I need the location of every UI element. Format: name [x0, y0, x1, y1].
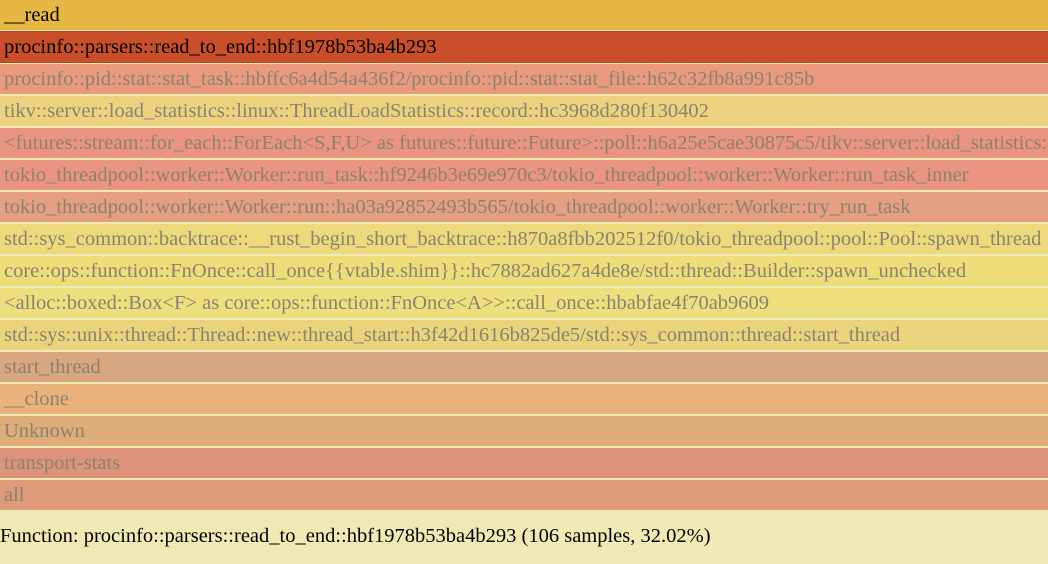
flame-frame[interactable]: transport-stats	[0, 448, 1048, 478]
flame-frame[interactable]: std::sys::unix::thread::Thread::new::thr…	[0, 320, 1048, 350]
flame-frame[interactable]: procinfo::parsers::read_to_end::hbf1978b…	[0, 31, 1048, 63]
status-text: Function: procinfo::parsers::read_to_end…	[0, 525, 711, 547]
flame-frame[interactable]: __clone	[0, 384, 1048, 414]
flame-frame[interactable]: Unknown	[0, 416, 1048, 446]
flame-frame[interactable]: all	[0, 480, 1048, 510]
flame-frame-label: tikv::server::load_statistics::linux::Th…	[4, 100, 709, 122]
flamegraph: __readprocinfo::parsers::read_to_end::hb…	[0, 0, 1048, 564]
flame-frame[interactable]: procinfo::pid::stat::stat_task::hbffc6a4…	[0, 64, 1048, 94]
flame-frame-label: transport-stats	[4, 452, 121, 474]
flame-frame-label: core::ops::function::FnOnce::call_once{{…	[4, 260, 967, 282]
flame-frame-label: __clone	[4, 388, 69, 410]
flame-frame-label: std::sys_common::backtrace::__rust_begin…	[4, 228, 1042, 250]
flame-frame-label: tokio_threadpool::worker::Worker::run_ta…	[4, 164, 969, 186]
status-bar: Function: procinfo::parsers::read_to_end…	[0, 512, 1048, 564]
flame-frame[interactable]: <alloc::boxed::Box<F> as core::ops::func…	[0, 288, 1048, 318]
flame-frame[interactable]: tokio_threadpool::worker::Worker::run::h…	[0, 192, 1048, 222]
flame-frame[interactable]: tikv::server::load_statistics::linux::Th…	[0, 96, 1048, 126]
flame-frame[interactable]: __read	[0, 0, 1048, 30]
flame-frame-label: Unknown	[4, 420, 85, 442]
flame-frame[interactable]: tokio_threadpool::worker::Worker::run_ta…	[0, 160, 1048, 190]
flame-frame[interactable]: std::sys_common::backtrace::__rust_begin…	[0, 224, 1048, 254]
flame-frame-label: procinfo::parsers::read_to_end::hbf1978b…	[4, 36, 437, 58]
flame-frame-label: all	[4, 484, 25, 506]
flame-frame-label: start_thread	[4, 356, 101, 378]
flame-frame-label: std::sys::unix::thread::Thread::new::thr…	[4, 324, 901, 346]
flame-frame-label: <alloc::boxed::Box<F> as core::ops::func…	[4, 292, 770, 314]
flame-frame-label: tokio_threadpool::worker::Worker::run::h…	[4, 196, 911, 218]
flame-frame[interactable]: start_thread	[0, 352, 1048, 382]
flame-frame[interactable]: core::ops::function::FnOnce::call_once{{…	[0, 256, 1048, 286]
flame-frame-label: __read	[4, 4, 60, 26]
flame-frame-label: procinfo::pid::stat::stat_task::hbffc6a4…	[4, 68, 815, 90]
flamegraph-frames: __readprocinfo::parsers::read_to_end::hb…	[0, 0, 1048, 512]
flame-frame[interactable]: <futures::stream::for_each::ForEach<S,F,…	[0, 128, 1048, 158]
flame-frame-label: <futures::stream::for_each::ForEach<S,F,…	[4, 132, 1048, 154]
